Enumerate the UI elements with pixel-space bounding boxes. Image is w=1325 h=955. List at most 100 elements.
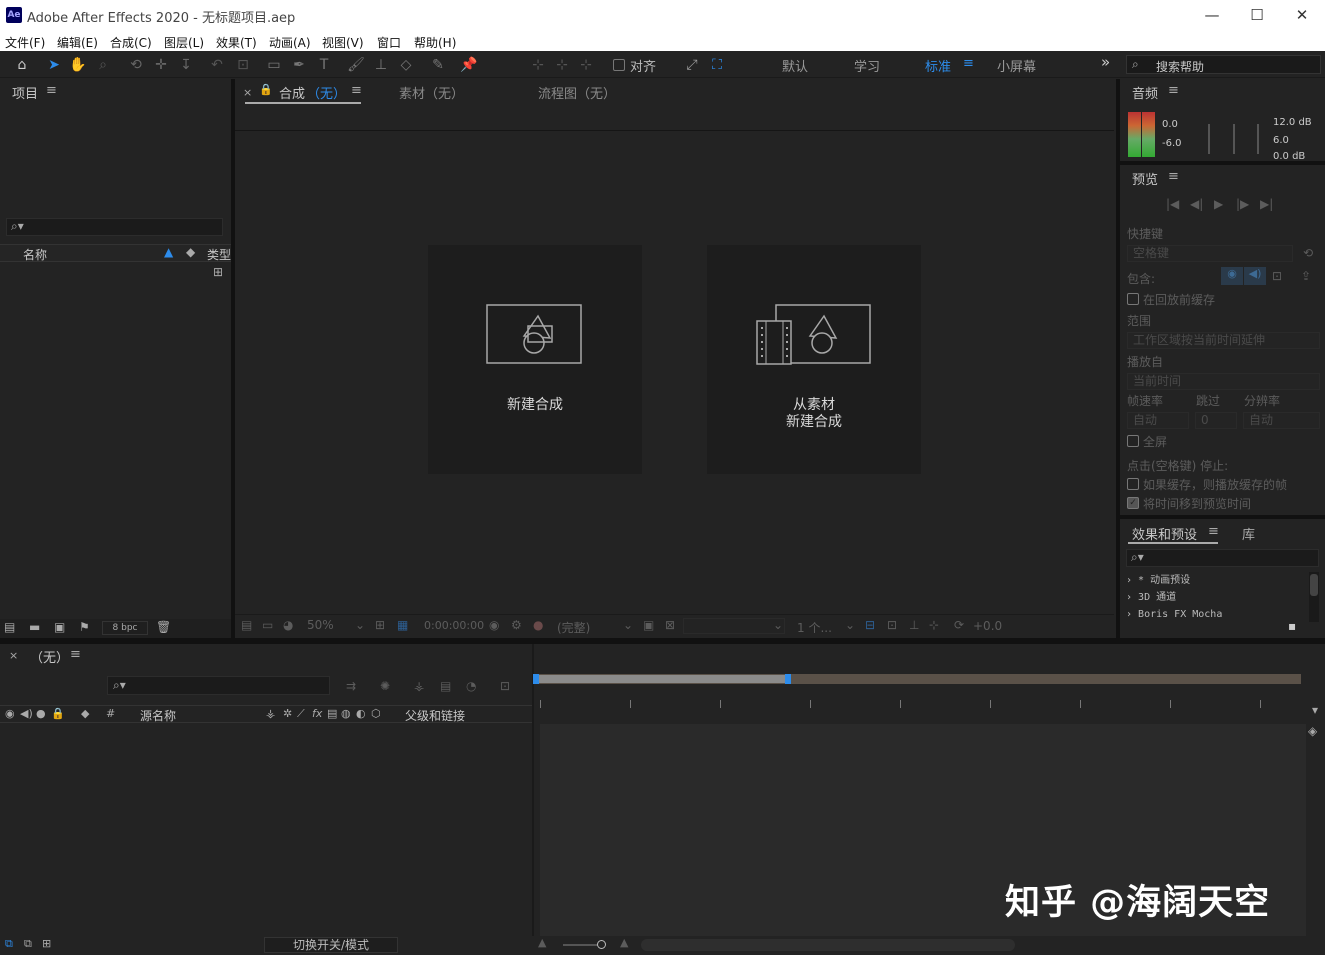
- include-video-icon[interactable]: ◉: [1221, 267, 1243, 285]
- shy-icon[interactable]: ⚶: [266, 707, 275, 720]
- close-tab-icon[interactable]: ×: [9, 649, 18, 662]
- snapshot-icon[interactable]: ◉: [489, 618, 499, 632]
- audio-icon[interactable]: ◀): [20, 707, 33, 720]
- tab-library[interactable]: 库: [1242, 524, 1255, 543]
- next-frame-icon[interactable]: |▶: [1236, 197, 1249, 211]
- world-axis-icon[interactable]: ⊹: [552, 55, 572, 75]
- composition-tab-menu-icon[interactable]: ≡: [351, 83, 362, 98]
- list-item[interactable]: › * 动画预设: [1126, 572, 1222, 589]
- collapse-icon[interactable]: ✲: [283, 707, 292, 720]
- workspace-default[interactable]: 默认: [782, 56, 808, 75]
- cache-before-checkbox[interactable]: [1127, 293, 1139, 305]
- quality-icon[interactable]: ⟋: [297, 707, 305, 721]
- always-preview-icon[interactable]: ▤: [241, 618, 252, 632]
- video-visibility-icon[interactable]: ◉: [5, 707, 15, 720]
- clone-stamp-tool-icon[interactable]: ⊥: [371, 55, 391, 75]
- graph-editor-icon[interactable]: ⊡: [500, 679, 510, 693]
- lock-icon[interactable]: 🔒: [259, 83, 273, 96]
- roto-brush-tool-icon[interactable]: ✎: [428, 55, 448, 75]
- pen-tool-icon[interactable]: ✒: [289, 55, 309, 75]
- project-search-input[interactable]: ⌕▾: [6, 218, 223, 236]
- audio-fader-3[interactable]: [1257, 124, 1259, 154]
- layer-switches-icon[interactable]: ⧉: [5, 937, 13, 951]
- menu-edit[interactable]: 编辑(E): [57, 34, 98, 51]
- hand-tool-icon[interactable]: ✋: [68, 55, 88, 75]
- bit-depth-button[interactable]: 8 bpc: [102, 621, 148, 635]
- skip-dropdown[interactable]: 0: [1195, 412, 1237, 429]
- local-axis-icon[interactable]: ⊹: [528, 55, 548, 75]
- work-area-start-handle[interactable]: [533, 674, 539, 684]
- move-time-checkbox[interactable]: ✓: [1127, 497, 1139, 509]
- new-composition-icon[interactable]: ▣: [54, 620, 65, 634]
- effects-panel-menu-icon[interactable]: ≡: [1208, 524, 1219, 539]
- column-type[interactable]: 类型: [207, 246, 231, 263]
- view-axis-icon[interactable]: ⊹: [576, 55, 596, 75]
- timeline-horizontal-scrollbar[interactable]: [641, 939, 1015, 951]
- work-area-range[interactable]: [535, 675, 788, 683]
- interpret-footage-icon[interactable]: ▤: [4, 620, 15, 634]
- toggle-pixel-aspect-icon[interactable]: ⊟: [865, 618, 875, 632]
- column-name[interactable]: 名称: [23, 246, 47, 263]
- include-audio-icon[interactable]: ◀): [1244, 267, 1266, 285]
- transparency-grid-icon[interactable]: ▦: [397, 618, 408, 632]
- zoom-tool-icon[interactable]: ⌕: [93, 55, 113, 75]
- list-item[interactable]: › 3D 通道: [1126, 589, 1222, 606]
- timeline-icon[interactable]: ⊥: [909, 618, 919, 632]
- dolly-camera-icon[interactable]: ↧: [176, 55, 196, 75]
- label-tag-icon[interactable]: ◆: [186, 245, 195, 259]
- help-search-input[interactable]: ⌕ 搜索帮助: [1126, 55, 1321, 74]
- new-preset-icon[interactable]: ▪: [1288, 619, 1296, 633]
- menu-window[interactable]: 窗口: [377, 34, 401, 51]
- hide-shy-layers-icon[interactable]: ⚶: [414, 679, 424, 693]
- workspace-small-screen[interactable]: 小屏幕: [997, 56, 1036, 75]
- grid-guides-icon[interactable]: ⊞: [375, 618, 385, 632]
- snap-target-icon[interactable]: ⛶: [707, 55, 727, 75]
- toggle-transparency-icon[interactable]: ⊠: [665, 618, 675, 632]
- frame-blend-icon[interactable]: ▤: [327, 707, 337, 720]
- timeline-tab-menu-icon[interactable]: ≡: [70, 647, 81, 662]
- motion-blur-switch-icon[interactable]: ◍: [341, 707, 351, 720]
- preview-panel-title[interactable]: 预览: [1132, 169, 1158, 188]
- mask-visibility-icon[interactable]: ◕: [283, 618, 293, 632]
- last-frame-icon[interactable]: ▶|: [1260, 197, 1273, 211]
- audio-fader-2[interactable]: [1233, 124, 1235, 154]
- comp-marker-bin-icon[interactable]: ▾: [1307, 703, 1323, 721]
- current-time-display[interactable]: 0:00:00:00: [424, 619, 484, 632]
- tab-composition-value[interactable]: （无）: [307, 83, 346, 102]
- trash-icon[interactable]: 🗑: [156, 620, 171, 634]
- view-layout-dropdown[interactable]: 1 个...: [797, 619, 832, 636]
- flowchart-view-icon[interactable]: ⊹: [929, 618, 939, 632]
- menu-view[interactable]: 视图(V): [322, 34, 364, 51]
- new-folder-icon[interactable]: ▬: [29, 620, 40, 634]
- effects-presets-title[interactable]: 效果和预设: [1132, 524, 1197, 543]
- camera-view-dropdown[interactable]: [683, 618, 785, 634]
- solo-icon[interactable]: ●: [36, 707, 46, 720]
- timeline-divider[interactable]: [532, 644, 534, 955]
- 3d-layer-icon[interactable]: ⬡: [371, 707, 381, 720]
- effects-search-input[interactable]: ⌕▾: [1126, 549, 1319, 567]
- home-icon[interactable]: ⌂: [12, 55, 32, 75]
- flowchart-icon[interactable]: ⊞: [213, 265, 223, 279]
- anchor-point-tool-icon[interactable]: ⊡: [233, 55, 253, 75]
- tab-footage[interactable]: 素材（无）: [399, 83, 464, 102]
- project-panel-menu-icon[interactable]: ≡: [46, 83, 57, 98]
- timeline-search-input[interactable]: ⌕▾: [107, 676, 330, 695]
- first-frame-icon[interactable]: |◀: [1166, 197, 1179, 211]
- in-out-icon[interactable]: ⊞: [42, 937, 51, 950]
- close-tab-icon[interactable]: ×: [243, 86, 252, 99]
- exposure-reset-icon[interactable]: ⟳: [954, 618, 964, 632]
- preview-panel-menu-icon[interactable]: ≡: [1168, 169, 1179, 184]
- previous-frame-icon[interactable]: ◀|: [1190, 197, 1203, 211]
- project-panel-title[interactable]: 项目: [12, 83, 38, 102]
- play-icon[interactable]: ▶: [1214, 197, 1223, 211]
- snap-checkbox[interactable]: [613, 59, 625, 71]
- minimize-button[interactable]: —: [1201, 4, 1223, 26]
- motion-blur-icon[interactable]: ◔: [466, 679, 476, 693]
- effects-scrollbar[interactable]: [1309, 572, 1319, 622]
- rectangle-tool-icon[interactable]: ▭: [264, 55, 284, 75]
- composition-from-footage-card[interactable]: 从素材 新建合成: [707, 245, 921, 474]
- pan-camera-icon[interactable]: ✛: [151, 55, 171, 75]
- maximize-button[interactable]: ☐: [1246, 4, 1268, 26]
- workspace-menu-icon[interactable]: ≡: [963, 56, 974, 71]
- snap-options-icon[interactable]: ⤢: [682, 55, 702, 75]
